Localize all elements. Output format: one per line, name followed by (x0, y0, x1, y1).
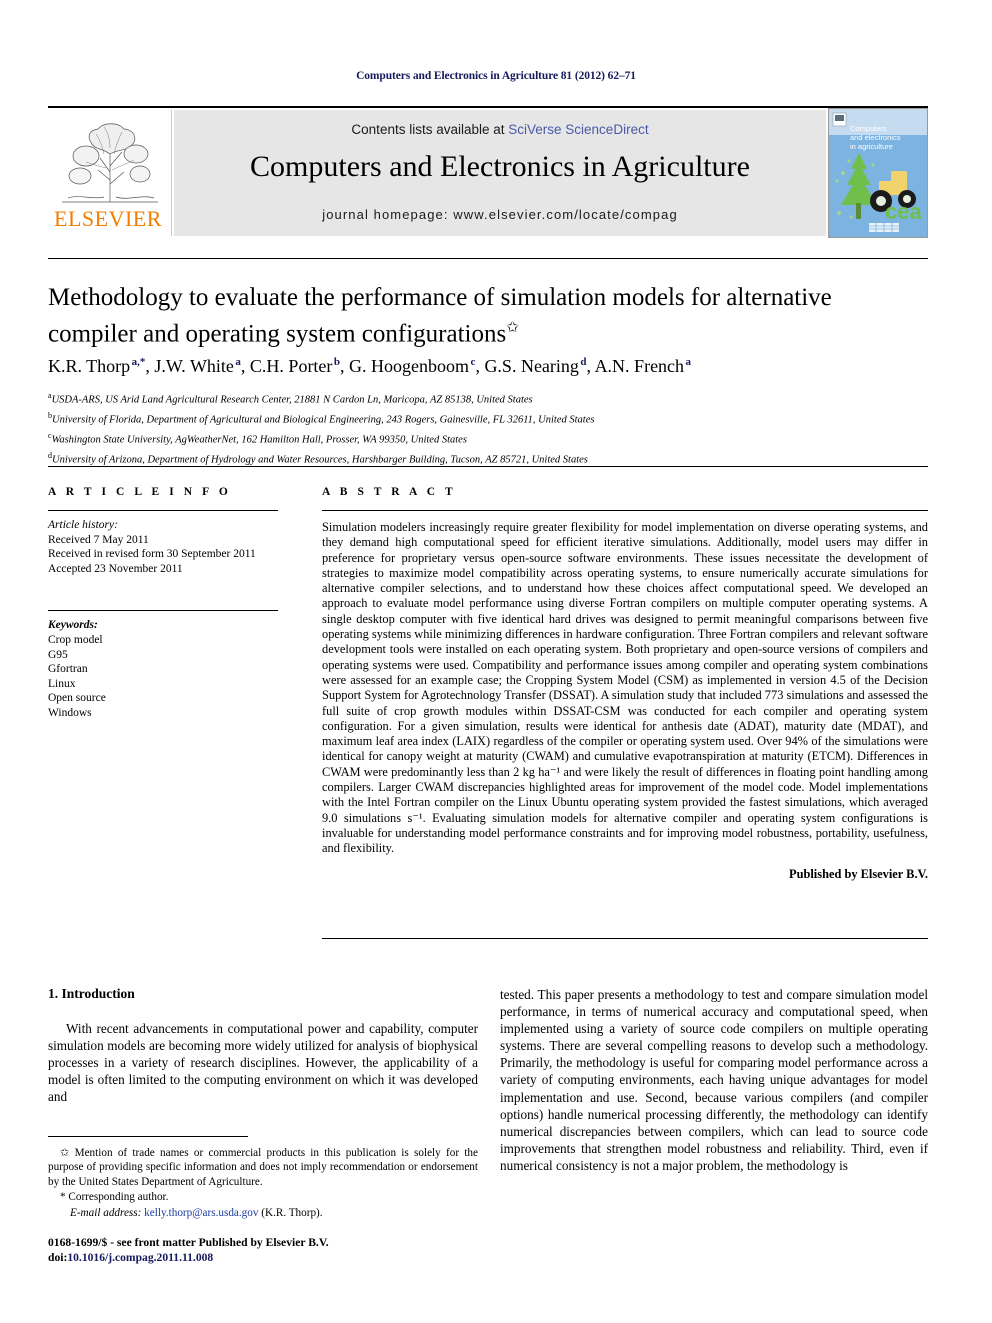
footnote-marker-asterisk: * (60, 1191, 66, 1204)
journal-article-page: Computers and Electronics in Agriculture… (0, 0, 992, 1323)
keyword-item: Windows (48, 706, 92, 719)
author-name: K.R. Thorp (48, 356, 131, 376)
author-name: C.H. Porter (249, 356, 333, 376)
footnote-email-line: E-mail address: kelly.thorp@ars.usda.gov… (48, 1206, 478, 1220)
keyword-item: Open source (48, 692, 106, 705)
contents-prefix: Contents lists available at (351, 122, 509, 137)
author-name: A.N. French (594, 356, 685, 376)
author-affiliation-marker: a,* (131, 356, 146, 368)
abstract-bottom-rule (322, 938, 928, 939)
affiliation-item: bUniversity of Florida, Department of Ag… (48, 408, 928, 428)
abstract-rule (322, 510, 928, 511)
page-title: Methodology to evaluate the performance … (48, 282, 908, 349)
author-affiliation-marker: a (685, 356, 692, 368)
keyword-item: G95 (48, 648, 68, 661)
footnote-trade-text: Mention of trade names or commercial pro… (48, 1147, 478, 1188)
svg-text:in agriculture: in agriculture (850, 142, 893, 151)
elsevier-logo: ELSEVIER (48, 110, 172, 236)
keyword-item: Crop model (48, 633, 103, 646)
author-affiliation-marker: d (580, 356, 587, 368)
footnote-marker-star: ✩ (60, 1147, 70, 1159)
article-info-column: A R T I C L E I N F O Article history: R… (48, 486, 278, 721)
journal-title: Computers and Electronics in Agriculture (250, 150, 750, 183)
affiliation-text: University of Arizona, Department of Hyd… (52, 454, 588, 466)
title-top-rule (48, 258, 928, 259)
author-affiliation-marker: c (470, 356, 476, 368)
email-link[interactable]: kelly.thorp@ars.usda.gov (144, 1207, 258, 1219)
issn-front-matter-line: 0168-1699/$ - see front matter Published… (48, 1236, 329, 1249)
email-label: E-mail address: (70, 1206, 142, 1219)
journal-masthead: ELSEVIER Contents lists available at Sci… (48, 108, 928, 238)
keyword-item: Gfortran (48, 663, 88, 676)
article-history-item: Received in revised form 30 September 20… (48, 548, 256, 561)
abstract-column: A B S T R A C T Simulation modelers incr… (322, 486, 928, 882)
author-name: G.S. Nearing (484, 356, 579, 376)
affiliation-list: aUSDA-ARS, US Arid Land Agricultural Res… (48, 388, 928, 468)
footnote-corresponding-text: Corresponding author. (68, 1191, 169, 1204)
affiliation-text: Washington State University, AgWeatherNe… (51, 434, 467, 446)
svg-text:and electronics: and electronics (850, 133, 901, 142)
article-history-block: Article history: Received 7 May 2011 Rec… (48, 518, 278, 576)
author-name: J.W. White (154, 356, 234, 376)
body-column-right: tested. This paper presents a methodolog… (500, 986, 928, 1174)
footnote-corresponding-author: * Corresponding author. (48, 1190, 478, 1204)
footnote-rule (48, 1136, 248, 1137)
affiliation-item: dUniversity of Arizona, Department of Hy… (48, 448, 928, 468)
article-info-heading: A R T I C L E I N F O (48, 486, 232, 498)
abstract-heading: A B S T R A C T (322, 486, 457, 498)
title-footnote-marker[interactable]: ✩ (506, 320, 519, 336)
abstract-text: Simulation modelers increasingly require… (322, 520, 928, 856)
keywords-label: Keywords: (48, 619, 98, 632)
author-affiliation-marker: b (333, 356, 341, 368)
article-info-rule (48, 510, 278, 511)
running-head: Computers and Electronics in Agriculture… (356, 70, 636, 82)
footnote-trade-note: ✩ Mention of trade names or commercial p… (48, 1146, 478, 1189)
author-name: G. Hoogenboom (349, 356, 470, 376)
sciencedirect-link[interactable]: SciVerse ScienceDirect (508, 122, 648, 137)
journal-band: Contents lists available at SciVerse Sci… (174, 110, 826, 236)
author-affiliation-marker: a (235, 356, 241, 368)
footnote-block: ✩ Mention of trade names or commercial p… (48, 1146, 478, 1221)
email-attribution: (K.R. Thorp). (261, 1206, 323, 1219)
journal-homepage-line[interactable]: journal homepage: www.elsevier.com/locat… (174, 207, 826, 222)
affiliation-item: aUSDA-ARS, US Arid Land Agricultural Res… (48, 388, 928, 408)
copyright-block: 0168-1699/$ - see front matter Published… (48, 1236, 478, 1265)
publisher-statement: Published by Elsevier B.V. (789, 866, 928, 881)
svg-text:Computers: Computers (850, 124, 887, 133)
introduction-paragraph-right: tested. This paper presents a methodolog… (500, 987, 928, 1173)
section-heading-introduction: 1. Introduction (48, 986, 135, 1001)
paper-title-text: Methodology to evaluate the performance … (48, 284, 832, 348)
body-column-left: 1. Introduction With recent advancements… (48, 986, 478, 1105)
keyword-item: Linux (48, 677, 76, 690)
doi-label: doi: (48, 1250, 68, 1264)
elsevier-tree-icon (56, 114, 164, 206)
affiliation-text: University of Florida, Department of Agr… (52, 414, 595, 426)
author-list: K.R. Thorp a,*, J.W. White a, C.H. Porter b… (48, 356, 692, 376)
article-history-label: Article history: (48, 519, 118, 531)
elsevier-wordmark: ELSEVIER (54, 206, 162, 231)
keywords-rule (48, 610, 278, 612)
contents-available-line: Contents lists available at SciVerse Sci… (174, 122, 826, 137)
affiliation-text: USDA-ARS, US Arid Land Agricultural Rese… (51, 394, 533, 406)
affiliation-item: cWashington State University, AgWeatherN… (48, 428, 928, 448)
doi-line: doi:10.1016/j.compag.2011.11.008 (48, 1251, 478, 1266)
introduction-paragraph-left: With recent advancements in computationa… (48, 1021, 478, 1105)
keywords-block: Keywords: Crop model G95 Gfortran Linux … (48, 618, 278, 720)
article-history-item: Received 7 May 2011 (48, 533, 149, 546)
journal-cover-thumbnail[interactable]: Computers and electronics in agriculture (828, 108, 928, 238)
doi-link[interactable]: 10.1016/j.compag.2011.11.008 (67, 1251, 213, 1264)
article-history-item: Accepted 23 November 2011 (48, 562, 183, 575)
svg-text:cea: cea (885, 199, 922, 224)
article-info-top-rule (48, 466, 928, 467)
